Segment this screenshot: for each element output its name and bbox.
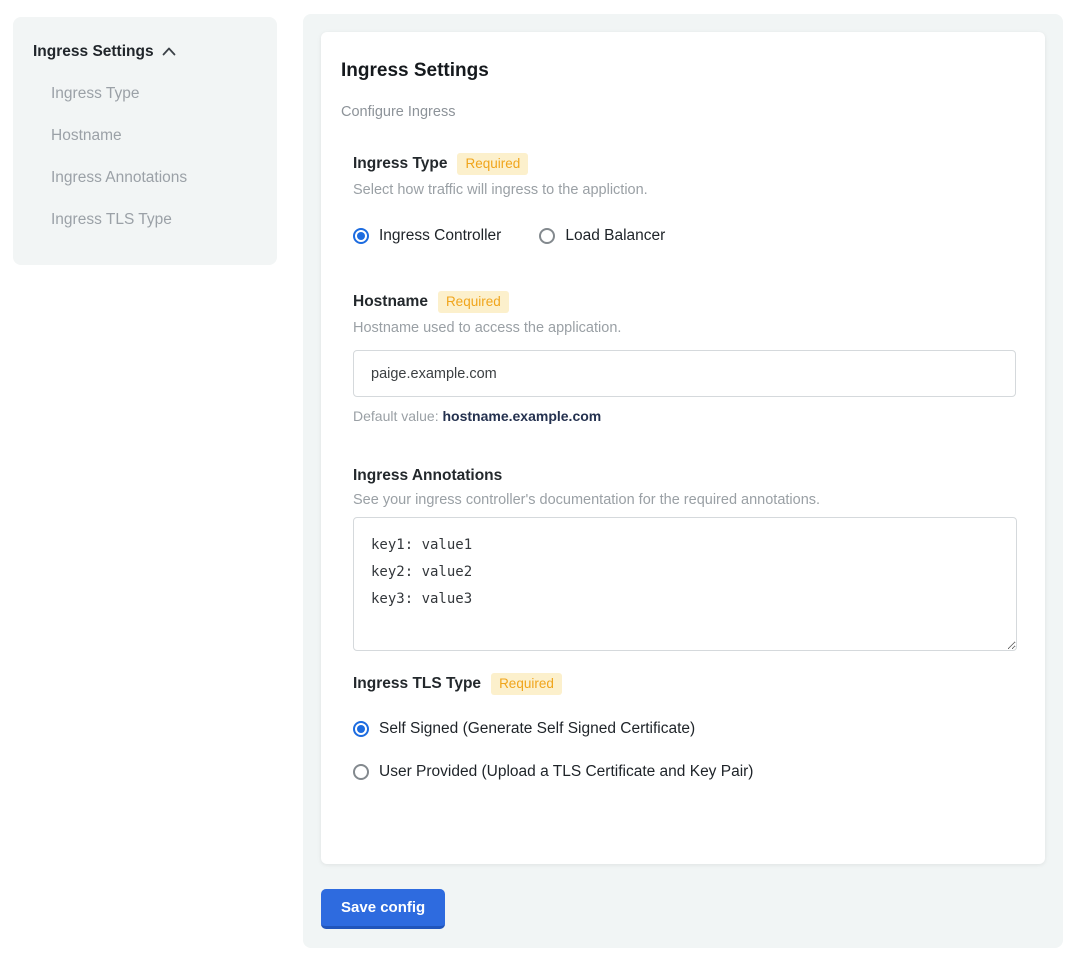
ingress-annotations-label: Ingress Annotations [353,467,502,485]
sidebar-item-ingress-type[interactable]: Ingress Type [33,73,257,115]
ingress-type-label: Ingress Type [353,155,447,173]
save-config-button[interactable]: Save config [321,889,445,929]
ingress-type-radio-group: Ingress Controller Load Balancer [353,227,1015,245]
radio-option-self-signed[interactable]: Self Signed (Generate Self Signed Certif… [353,720,1015,738]
radio-option-load-balancer[interactable]: Load Balancer [539,227,665,245]
ingress-settings-panel: Ingress Settings Configure Ingress Ingre… [303,14,1063,948]
chevron-up-icon [162,43,176,61]
ingress-annotations-textarea[interactable]: key1: value1 key2: value2 key3: value3 [353,517,1017,651]
sidebar-item-hostname[interactable]: Hostname [33,115,257,157]
radio-button-icon[interactable] [353,228,369,244]
ingress-annotations-description: See your ingress controller's documentat… [353,492,1015,508]
required-badge: Required [438,291,509,313]
form-fields: Ingress Type Required Select how traffic… [353,153,1015,781]
sidebar-section-label: Ingress Settings [33,43,154,61]
ingress-tls-type-label: Ingress TLS Type [353,675,481,693]
sidebar-items: Ingress Type Hostname Ingress Annotation… [33,73,257,241]
page-title: Ingress Settings [341,60,1015,82]
field-ingress-tls-type: Ingress TLS Type Required Self Signed (G… [353,673,1015,781]
required-badge: Required [457,153,528,175]
radio-button-icon[interactable] [539,228,555,244]
settings-sidebar: Ingress Settings Ingress Type Hostname I… [13,17,277,265]
radio-label-user-provided[interactable]: User Provided (Upload a TLS Certificate … [379,763,753,781]
radio-button-icon[interactable] [353,764,369,780]
field-ingress-type: Ingress Type Required Select how traffic… [353,153,1015,245]
radio-label-self-signed[interactable]: Self Signed (Generate Self Signed Certif… [379,720,695,738]
required-badge: Required [491,673,562,695]
sidebar-item-ingress-tls-type[interactable]: Ingress TLS Type [33,199,257,241]
radio-label-load-balancer[interactable]: Load Balancer [565,227,665,245]
hostname-default-value: Default value: hostname.example.com [353,408,1015,424]
field-ingress-annotations: Ingress Annotations See your ingress con… [353,467,1015,651]
hostname-description: Hostname used to access the application. [353,320,1015,336]
sidebar-item-ingress-annotations[interactable]: Ingress Annotations [33,157,257,199]
hostname-label: Hostname [353,293,428,311]
radio-option-ingress-controller[interactable]: Ingress Controller [353,227,501,245]
sidebar-section-ingress-settings[interactable]: Ingress Settings [33,43,257,61]
radio-label-ingress-controller[interactable]: Ingress Controller [379,227,501,245]
radio-button-icon[interactable] [353,721,369,737]
ingress-type-description: Select how traffic will ingress to the a… [353,182,1015,198]
page-subtitle: Configure Ingress [341,104,1015,120]
ingress-settings-card: Ingress Settings Configure Ingress Ingre… [321,32,1045,864]
radio-option-user-provided[interactable]: User Provided (Upload a TLS Certificate … [353,763,1015,781]
field-hostname: Hostname Required Hostname used to acces… [353,291,1015,424]
hostname-input[interactable] [353,350,1016,397]
ingress-tls-radio-group: Self Signed (Generate Self Signed Certif… [353,720,1015,781]
